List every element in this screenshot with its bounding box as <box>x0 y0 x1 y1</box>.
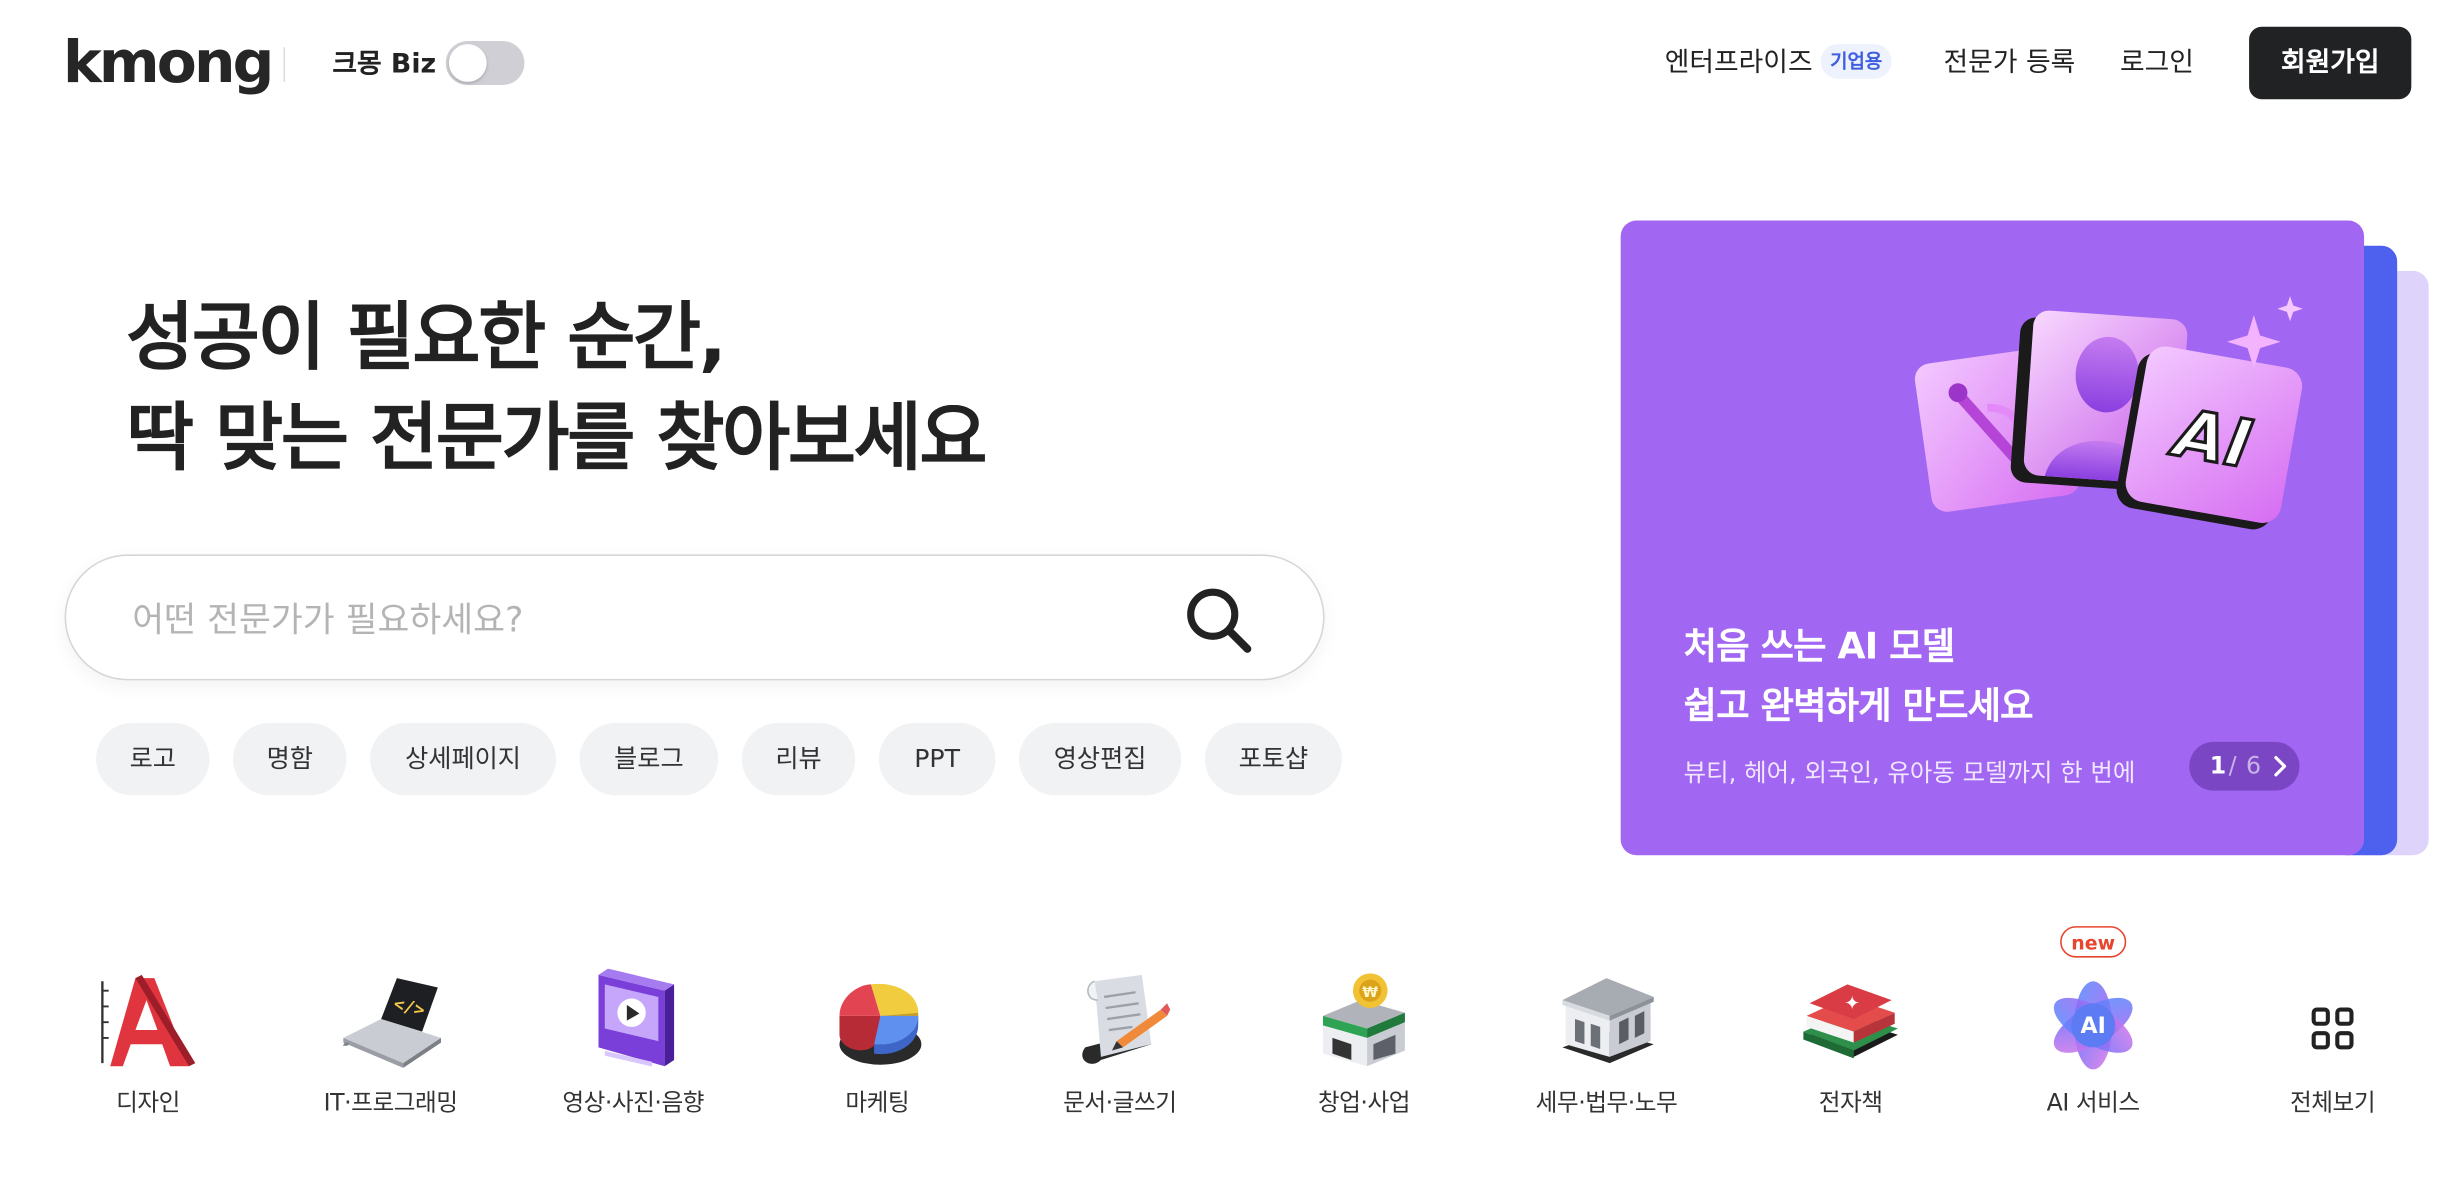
kmong-logo[interactable]: kmong <box>63 31 274 95</box>
hero-title-line2: 딱 맞는 전문가를 찾아보세요 <box>126 395 987 482</box>
category-label: 전자책 <box>1818 1088 1883 1117</box>
category-tax-legal-labor[interactable]: 세무·법무·노무 <box>1496 964 1717 1129</box>
chevron-right-icon[interactable] <box>2271 742 2290 791</box>
svg-text:✦: ✦ <box>1844 993 1860 1015</box>
category-startup-business[interactable]: ₩ 창업·사업 <box>1254 964 1475 1129</box>
category-label: 문서·글쓰기 <box>1063 1088 1177 1117</box>
banner-title: 처음 쓰는 AI 모델 쉽고 완벽하게 만드세요 <box>1683 617 2034 737</box>
chip-photoshop[interactable]: 포토샵 <box>1204 722 1342 796</box>
chip-detail-page[interactable]: 상세페이지 <box>370 722 556 796</box>
nav-register-expert[interactable]: 전문가 등록 <box>1944 46 2076 81</box>
chip-blog[interactable]: 블로그 <box>579 722 719 796</box>
ai-icon-text: AI <box>2081 1014 2106 1039</box>
category-document-writing[interactable]: 문서·글쓰기 <box>1010 964 1231 1129</box>
category-video-photo-audio[interactable]: 영상·사진·음향 <box>523 964 744 1129</box>
hero-title: 성공이 필요한 순간, 딱 맞는 전문가를 찾아보세요 <box>126 288 987 490</box>
category-label: 창업·사업 <box>1317 1088 1411 1117</box>
ai-model-illustration: AI <box>1914 296 2303 530</box>
category-it-programming[interactable]: </> IT·프로그래밍 <box>280 964 501 1129</box>
document-pen-icon <box>1082 974 1171 1064</box>
chip-video-edit[interactable]: 영상편집 <box>1019 722 1182 796</box>
pager-separator: / <box>2228 751 2237 780</box>
toggle-knob <box>448 44 487 82</box>
banner-pager[interactable]: 1 / 6 <box>2189 741 2300 791</box>
category-ai-service[interactable]: AI AI 서비스 <box>1983 964 2204 1129</box>
chip-ppt[interactable]: PPT <box>878 722 996 796</box>
laptop-code-icon: </> <box>342 978 441 1068</box>
nav-enterprise[interactable]: 엔터프라이즈 <box>1665 46 1813 81</box>
new-badge: new <box>2060 926 2127 958</box>
category-marketing[interactable]: 마케팅 <box>767 964 988 1129</box>
category-label: 디자인 <box>116 1088 180 1117</box>
enterprise-badge: 기업용 <box>1820 44 1892 79</box>
design-letter-a-icon <box>101 974 196 1067</box>
biz-label: 크몽 Biz <box>332 48 437 81</box>
header-divider <box>283 47 286 82</box>
banner-title-line1: 처음 쓰는 AI 모델 <box>1683 626 1955 668</box>
grid-icon <box>2311 1007 2354 1050</box>
search-box <box>64 554 1325 681</box>
chip-logo[interactable]: 로고 <box>96 722 210 796</box>
category-label: AI 서비스 <box>2046 1088 2140 1117</box>
courthouse-icon <box>1562 978 1654 1064</box>
video-player-icon <box>598 968 675 1067</box>
hero-title-line1: 성공이 필요한 순간, <box>126 294 727 382</box>
category-label: 마케팅 <box>845 1088 910 1117</box>
storefront-coin-icon: ₩ <box>1323 973 1405 1067</box>
category-view-all[interactable]: 전체보기 <box>2222 964 2443 1129</box>
books-icon: ✦ <box>1803 984 1898 1059</box>
category-ebook[interactable]: ✦ 전자책 <box>1740 964 1961 1129</box>
pager-total: 6 <box>2245 751 2261 780</box>
banner-title-line2: 쉽고 완벽하게 만드세요 <box>1683 686 2034 728</box>
category-design[interactable]: 디자인 <box>38 964 259 1129</box>
signup-button[interactable]: 회원가입 <box>2249 26 2412 100</box>
banner-subtitle: 뷰티, 헤어, 외국인, 유아동 모델까지 한 번에 <box>1683 759 2136 788</box>
category-label: 세무·법무·노무 <box>1535 1088 1678 1117</box>
category-label: 전체보기 <box>2290 1088 2376 1117</box>
search-input[interactable] <box>129 590 1112 651</box>
category-label: IT·프로그래밍 <box>323 1088 458 1117</box>
nav-login[interactable]: 로그인 <box>2120 46 2194 81</box>
pager-current: 1 <box>2209 751 2227 780</box>
pie-chart-icon <box>839 983 922 1065</box>
svg-text:₩: ₩ <box>1362 985 1378 1001</box>
category-label: 영상·사진·음향 <box>562 1088 704 1117</box>
biz-toggle[interactable] <box>445 40 525 86</box>
chip-business-card[interactable]: 명함 <box>233 722 347 796</box>
promo-banner[interactable]: AI 처음 쓰는 AI 모델 쉽고 완벽하게 만드세요 뷰티, 헤어, 외국인,… <box>1620 220 2365 856</box>
search-icon[interactable] <box>1181 583 1257 659</box>
chip-review[interactable]: 리뷰 <box>741 722 856 796</box>
ai-flower-icon: AI <box>2053 981 2133 1070</box>
